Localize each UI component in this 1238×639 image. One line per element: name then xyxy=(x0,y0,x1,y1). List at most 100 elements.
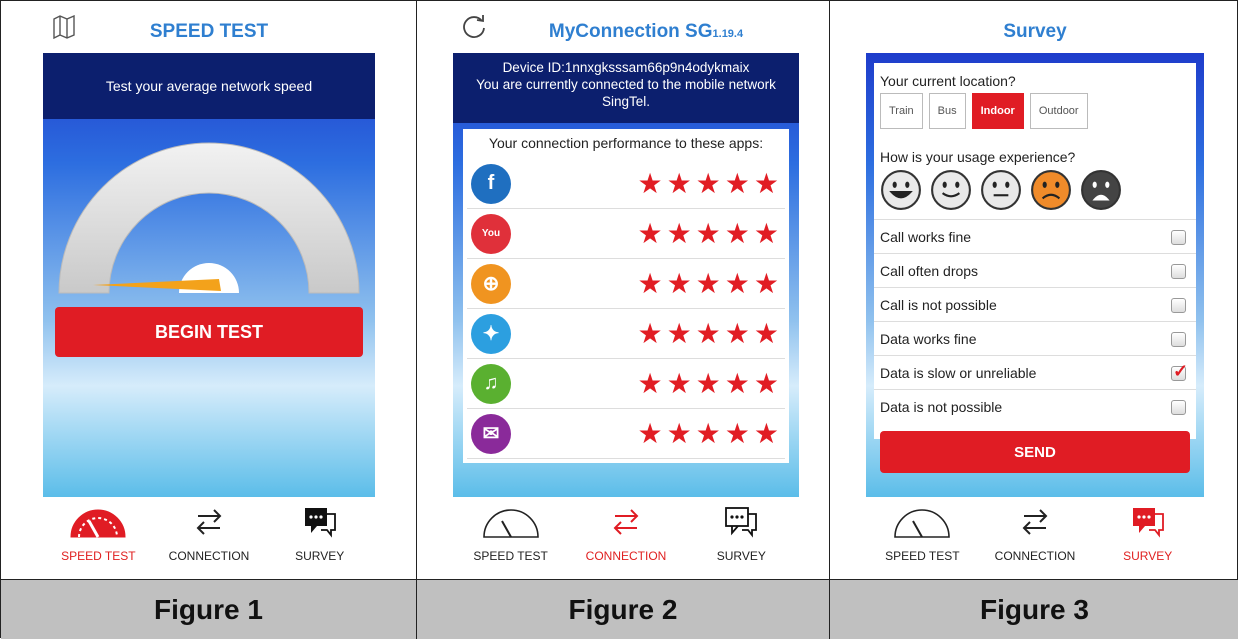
checkbox[interactable] xyxy=(1171,264,1186,279)
neutral-face-icon[interactable] xyxy=(980,169,1022,216)
location-options: Train Bus Indoor Outdoor xyxy=(880,93,1094,129)
send-button[interactable]: SEND xyxy=(880,431,1190,473)
star-icon: ★ xyxy=(724,367,750,399)
performance-card: Your connection performance to these app… xyxy=(463,129,789,463)
figure-2-panel: MyConnection SG1.19.4 Device ID:1nnxgkss… xyxy=(417,1,830,639)
survey-card: Your current location? Train Bus Indoor Out… xyxy=(874,63,1196,473)
survey-option-label: Data is slow or unreliable xyxy=(880,364,1037,381)
title-bar: SPEED TEST xyxy=(43,1,375,53)
nav-label: SURVEY xyxy=(295,549,345,563)
youtube-icon: You xyxy=(471,213,511,254)
nav-survey[interactable]: SURVEY xyxy=(264,497,375,579)
very-happy-face-icon[interactable] xyxy=(880,169,922,216)
star-icon: ★ xyxy=(666,217,692,249)
app-rating-row: f ★ ★ ★ ★ ★ xyxy=(467,159,785,209)
chat-bubbles-icon xyxy=(724,501,758,543)
location-option-outdoor[interactable]: Outdoor xyxy=(1029,93,1088,129)
app-title: MyConnection SG xyxy=(548,21,713,42)
arrows-exchange-icon xyxy=(1020,501,1050,543)
page-title: SPEED TEST xyxy=(149,21,269,42)
location-option-indoor[interactable]: Indoor xyxy=(971,93,1024,129)
bottom-nav: SPEED TEST CONNECTION SURVEY xyxy=(43,497,375,579)
arrows-exchange-icon xyxy=(611,501,641,543)
location-option-train[interactable]: Train xyxy=(880,93,923,129)
checkbox[interactable] xyxy=(1171,332,1186,347)
star-icon: ★ xyxy=(695,417,721,449)
nav-label: SPEED TEST xyxy=(473,549,548,563)
arrows-exchange-icon xyxy=(194,501,224,543)
nav-speed-test[interactable]: SPEED TEST xyxy=(866,497,979,579)
survey-option-row[interactable]: Data is slow or unreliable ✓ xyxy=(874,355,1196,389)
checkbox[interactable] xyxy=(1171,230,1186,245)
begin-test-button[interactable]: BEGIN TEST xyxy=(55,307,363,357)
survey-option-row[interactable]: Data works fine xyxy=(874,321,1196,355)
subtitle: Test your average network speed xyxy=(43,53,375,119)
figure-1-caption: Figure 1 xyxy=(1,579,416,639)
checkbox[interactable] xyxy=(1171,400,1186,415)
nav-connection[interactable]: CONNECTION xyxy=(979,497,1092,579)
star-icon: ★ xyxy=(753,417,779,449)
star-icon: ★ xyxy=(695,317,721,349)
network-text: You are currently connected to the mobil… xyxy=(476,77,776,109)
survey-body: Your current location? Train Bus Indoor Out… xyxy=(866,53,1204,497)
speedometer-icon xyxy=(482,501,540,543)
bottom-nav: SPEED TEST CONNECTION SURVEY xyxy=(453,497,799,579)
nav-survey[interactable]: SURVEY xyxy=(1091,497,1204,579)
connection-body: Device ID:1nnxgksssam66p9n4odykmaix You … xyxy=(453,53,799,497)
star-icon: ★ xyxy=(637,367,663,399)
checkbox[interactable] xyxy=(1171,298,1186,313)
speed-test-body: Test your average network speed BEGIN TE… xyxy=(43,53,375,497)
experience-label: How is your usage experience? xyxy=(880,149,1076,165)
star-icon: ★ xyxy=(637,217,663,249)
figure-3-panel: Survey Your current location? Train Bus In… xyxy=(830,1,1238,639)
survey-option-row[interactable]: Call works fine xyxy=(874,219,1196,253)
star-icon: ★ xyxy=(666,417,692,449)
nav-connection[interactable]: CONNECTION xyxy=(154,497,265,579)
chat-bubbles-icon xyxy=(303,501,337,543)
connection-screen: MyConnection SG1.19.4 Device ID:1nnxgkss… xyxy=(453,1,799,579)
speedometer-icon xyxy=(893,501,951,543)
chat-bubbles-icon xyxy=(1131,501,1165,543)
page-title: Survey xyxy=(1003,21,1067,42)
experience-options xyxy=(880,169,1130,216)
nav-survey[interactable]: SURVEY xyxy=(684,497,799,579)
figure-frame: SPEED TEST Test your average network spe… xyxy=(0,0,1238,639)
star-icon: ★ xyxy=(695,367,721,399)
star-rating: ★ ★ ★ ★ ★ xyxy=(637,417,779,449)
star-icon: ★ xyxy=(637,167,663,199)
nav-label: CONNECTION xyxy=(585,549,667,563)
app-rating-row: ✦ ★ ★ ★ ★ ★ xyxy=(467,309,785,359)
figure-3-caption: Figure 3 xyxy=(830,579,1238,639)
survey-option-label: Data is not possible xyxy=(880,398,1003,415)
checkbox[interactable]: ✓ xyxy=(1171,361,1188,381)
star-icon: ★ xyxy=(637,317,663,349)
survey-option-row[interactable]: Call is not possible xyxy=(874,287,1196,321)
star-icon: ★ xyxy=(724,417,750,449)
survey-screen: Survey Your current location? Train Bus In… xyxy=(866,1,1204,579)
star-icon: ★ xyxy=(666,267,692,299)
nav-label: SURVEY xyxy=(716,549,766,563)
app-rating-row: ✉ ★ ★ ★ ★ ★ xyxy=(467,409,785,459)
sad-face-icon[interactable] xyxy=(1030,169,1072,216)
nav-speed-test[interactable]: SPEED TEST xyxy=(43,497,154,579)
web-icon: ⊕ xyxy=(471,263,511,304)
title-bar: Survey xyxy=(866,1,1204,53)
survey-option-row[interactable]: Call often drops xyxy=(874,253,1196,287)
nav-label: SPEED TEST xyxy=(885,549,960,563)
facebook-icon: f xyxy=(471,163,511,204)
star-icon: ★ xyxy=(666,167,692,199)
nav-label: SURVEY xyxy=(1123,549,1173,563)
nav-connection[interactable]: CONNECTION xyxy=(568,497,683,579)
star-rating: ★ ★ ★ ★ ★ xyxy=(637,267,779,299)
survey-option-row[interactable]: Data is not possible xyxy=(874,389,1196,423)
location-option-bus[interactable]: Bus xyxy=(928,93,966,129)
happy-face-icon[interactable] xyxy=(930,169,972,216)
figure-2-caption: Figure 2 xyxy=(417,579,829,639)
angry-face-icon[interactable] xyxy=(1080,169,1122,216)
speedometer-gauge xyxy=(58,142,360,294)
refresh-icon[interactable] xyxy=(461,13,487,44)
figure-1-panel: SPEED TEST Test your average network spe… xyxy=(1,1,417,639)
nav-speed-test[interactable]: SPEED TEST xyxy=(453,497,568,579)
star-icon: ★ xyxy=(695,217,721,249)
music-icon: ♫ xyxy=(471,363,511,404)
